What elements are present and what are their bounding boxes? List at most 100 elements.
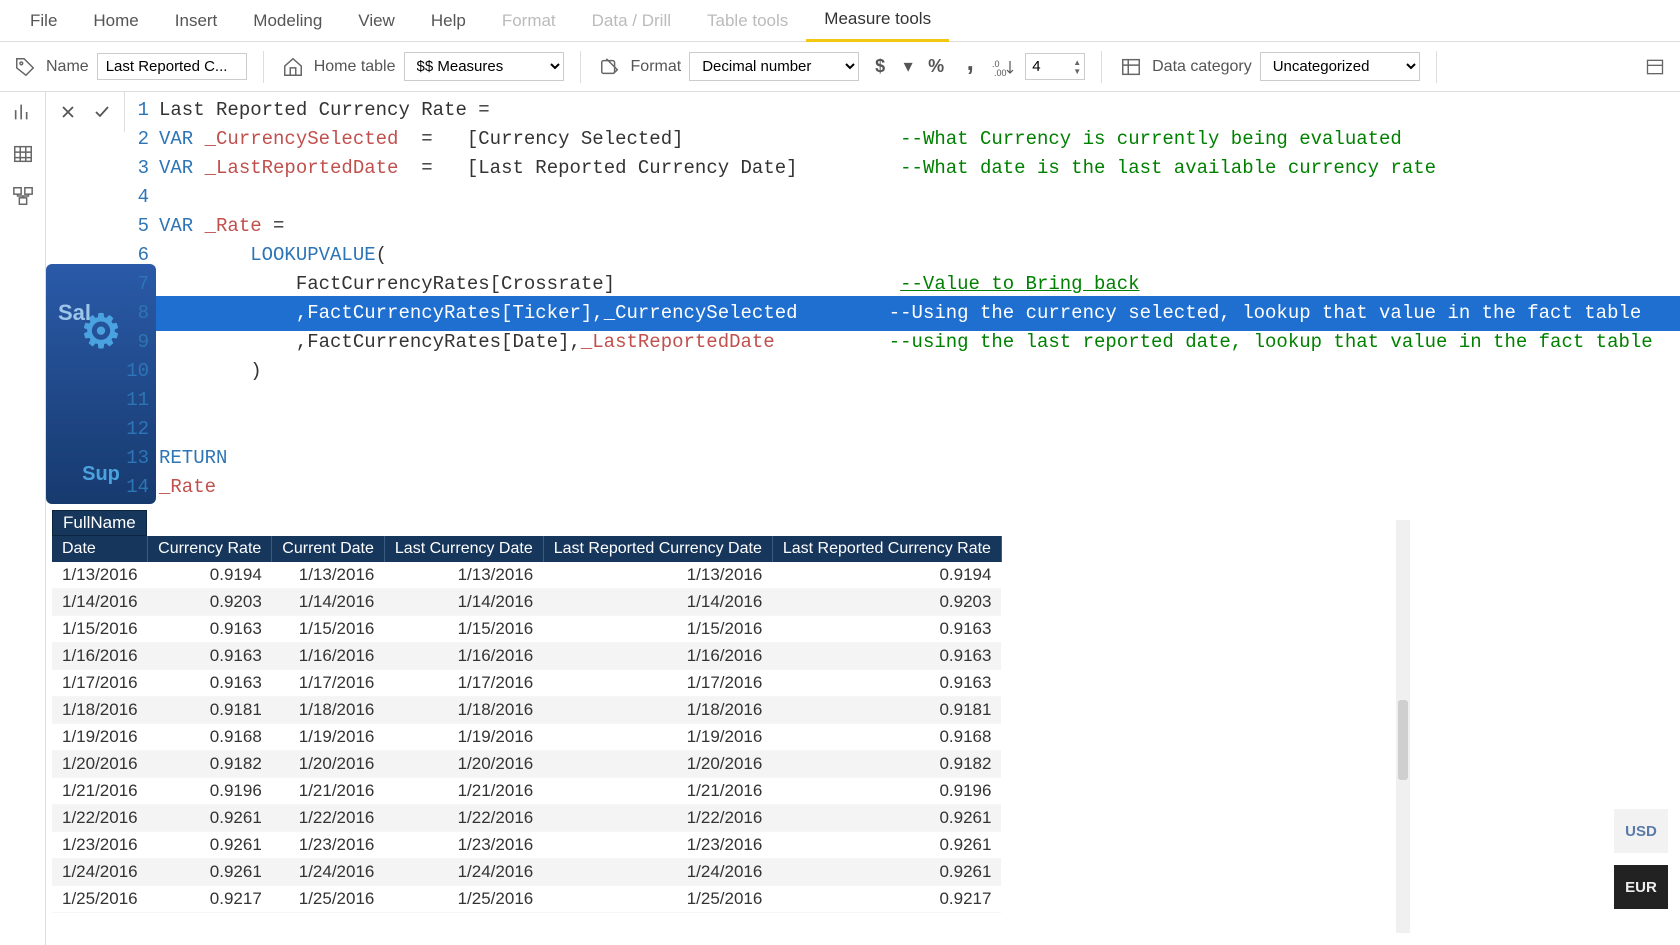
editor-line-4[interactable]: 4 — [125, 183, 1680, 212]
measure-name-input[interactable] — [97, 53, 247, 80]
col-last-reported-currency-date[interactable]: Last Reported Currency Date — [543, 536, 772, 562]
scrollbar-thumb[interactable] — [1398, 700, 1408, 780]
table-row[interactable]: 1/25/20160.92171/25/20161/25/20161/25/20… — [52, 886, 1001, 913]
decimals-input[interactable] — [1026, 54, 1070, 79]
cell: 1/14/2016 — [384, 589, 543, 616]
cell: 1/14/2016 — [543, 589, 772, 616]
model-view-icon[interactable] — [11, 184, 35, 208]
editor-line-10[interactable]: 10 ) — [125, 357, 1680, 386]
currency-icon[interactable]: $ — [867, 54, 893, 80]
editor-line-9[interactable]: 9 ,FactCurrencyRates[Date],_LastReported… — [125, 328, 1680, 357]
table-row[interactable]: 1/19/20160.91681/19/20161/19/20161/19/20… — [52, 724, 1001, 751]
cell: 1/23/2016 — [543, 832, 772, 859]
table-row[interactable]: 1/14/20160.92031/14/20161/14/20161/14/20… — [52, 589, 1001, 616]
cell: 1/14/2016 — [272, 589, 385, 616]
cell: 1/18/2016 — [384, 697, 543, 724]
ribbon-tab-view[interactable]: View — [340, 1, 413, 41]
comma-icon[interactable]: , — [957, 54, 983, 80]
currency-caret-icon[interactable]: ▾ — [901, 54, 915, 80]
col-current-date[interactable]: Current Date — [272, 536, 385, 562]
cell: 0.9203 — [148, 589, 272, 616]
currency-eur-button[interactable]: EUR — [1614, 865, 1668, 909]
cell: 1/13/2016 — [384, 562, 543, 589]
cell: 1/22/2016 — [272, 805, 385, 832]
measure-toolbar: Name Home table $$ Measures Format Decim… — [0, 42, 1680, 92]
cell: 1/22/2016 — [384, 805, 543, 832]
ribbon-tab-home[interactable]: Home — [75, 1, 156, 41]
cell: 1/16/2016 — [272, 643, 385, 670]
editor-line-3[interactable]: 3VAR _LastReportedDate = [Last Reported … — [125, 154, 1680, 183]
col-date[interactable]: Date — [52, 536, 148, 562]
cell: 1/16/2016 — [543, 643, 772, 670]
editor-line-14[interactable]: 14_Rate — [125, 473, 1680, 502]
decimal-icon[interactable]: .0.00 — [991, 54, 1017, 80]
cell: 1/13/2016 — [272, 562, 385, 589]
left-view-rail — [0, 92, 46, 945]
editor-line-6[interactable]: 6 LOOKUPVALUE( — [125, 241, 1680, 270]
cell: 1/25/2016 — [272, 886, 385, 913]
table-row[interactable]: 1/17/20160.91631/17/20161/17/20161/17/20… — [52, 670, 1001, 697]
cell: 0.9163 — [148, 616, 272, 643]
cell: 1/24/2016 — [384, 859, 543, 886]
data-table[interactable]: DateCurrency RateCurrent DateLast Curren… — [52, 536, 1002, 913]
cell: 0.9261 — [148, 859, 272, 886]
format-group: Format Decimal number $ ▾ % , .0.00 ▲▼ — [597, 52, 1086, 81]
ribbon-tab-format[interactable]: Format — [484, 1, 574, 41]
cell: 1/21/2016 — [272, 778, 385, 805]
spin-down-icon[interactable]: ▼ — [1070, 67, 1084, 76]
cell: 1/24/2016 — [543, 859, 772, 886]
col-last-currency-date[interactable]: Last Currency Date — [384, 536, 543, 562]
svg-text:.00: .00 — [994, 68, 1007, 77]
table-row[interactable]: 1/13/20160.91941/13/20161/13/20161/13/20… — [52, 562, 1001, 589]
cell: 1/19/2016 — [52, 724, 148, 751]
table-row[interactable]: 1/16/20160.91631/16/20161/16/20161/16/20… — [52, 643, 1001, 670]
vertical-scrollbar[interactable] — [1396, 520, 1410, 933]
editor-line-5[interactable]: 5VAR _Rate = — [125, 212, 1680, 241]
table-row[interactable]: 1/23/20160.92611/23/20161/23/20161/23/20… — [52, 832, 1001, 859]
spin-up-icon[interactable]: ▲ — [1070, 58, 1084, 67]
ribbon-tab-file[interactable]: File — [12, 1, 75, 41]
name-group: Name — [12, 53, 247, 80]
cell: 0.9182 — [148, 751, 272, 778]
separator — [1101, 51, 1102, 83]
cell: 1/16/2016 — [52, 643, 148, 670]
datacategory-select[interactable]: Uncategorized — [1260, 52, 1420, 81]
ribbon-tab-measure-tools[interactable]: Measure tools — [806, 0, 949, 42]
decimals-spinner[interactable]: ▲▼ — [1025, 53, 1085, 80]
cell: 0.9163 — [148, 670, 272, 697]
editor-line-11[interactable]: 11 — [125, 386, 1680, 415]
format-icon — [597, 54, 623, 80]
table-row[interactable]: 1/18/20160.91811/18/20161/18/20161/18/20… — [52, 697, 1001, 724]
ribbon-tab-data-drill[interactable]: Data / Drill — [574, 1, 689, 41]
editor-line-12[interactable]: 12 — [125, 415, 1680, 444]
report-view-icon[interactable] — [11, 100, 35, 124]
dax-editor[interactable]: 1Last Reported Currency Rate =2VAR _Curr… — [125, 92, 1680, 506]
table-row[interactable]: 1/15/20160.91631/15/20161/15/20161/15/20… — [52, 616, 1001, 643]
hometable-select[interactable]: $$ Measures — [404, 52, 564, 81]
ribbon-tab-modeling[interactable]: Modeling — [235, 1, 340, 41]
ribbon-tab-insert[interactable]: Insert — [157, 1, 236, 41]
data-view-icon[interactable] — [11, 142, 35, 166]
ribbon-tab-table-tools[interactable]: Table tools — [689, 1, 806, 41]
percent-icon[interactable]: % — [923, 54, 949, 80]
editor-line-13[interactable]: 13RETURN — [125, 444, 1680, 473]
cell: 0.9261 — [148, 805, 272, 832]
cell: 1/20/2016 — [543, 751, 772, 778]
currency-usd-button[interactable]: USD — [1614, 809, 1668, 853]
table-row[interactable]: 1/22/20160.92611/22/20161/22/20161/22/20… — [52, 805, 1001, 832]
table-row[interactable]: 1/21/20160.91961/21/20161/21/20161/21/20… — [52, 778, 1001, 805]
ribbon-tab-help[interactable]: Help — [413, 1, 484, 41]
table-row[interactable]: 1/20/20160.91821/20/20161/20/20161/20/20… — [52, 751, 1001, 778]
formula-cancel-button[interactable] — [54, 98, 82, 126]
col-last-reported-currency-rate[interactable]: Last Reported Currency Rate — [772, 536, 1001, 562]
col-currency-rate[interactable]: Currency Rate — [148, 536, 272, 562]
formula-commit-button[interactable] — [88, 98, 116, 126]
more-icon[interactable] — [1642, 54, 1668, 80]
editor-line-2[interactable]: 2VAR _CurrencySelected = [Currency Selec… — [125, 125, 1680, 154]
editor-line-7[interactable]: 7 FactCurrencyRates[Crossrate] --Value t… — [125, 270, 1680, 299]
table-row[interactable]: 1/24/20160.92611/24/20161/24/20161/24/20… — [52, 859, 1001, 886]
editor-line-1[interactable]: 1Last Reported Currency Rate = — [125, 96, 1680, 125]
cell: 1/19/2016 — [543, 724, 772, 751]
editor-line-8[interactable]: 8 ,FactCurrencyRates[Ticker],_CurrencySe… — [125, 299, 1680, 328]
format-select[interactable]: Decimal number — [689, 52, 859, 81]
